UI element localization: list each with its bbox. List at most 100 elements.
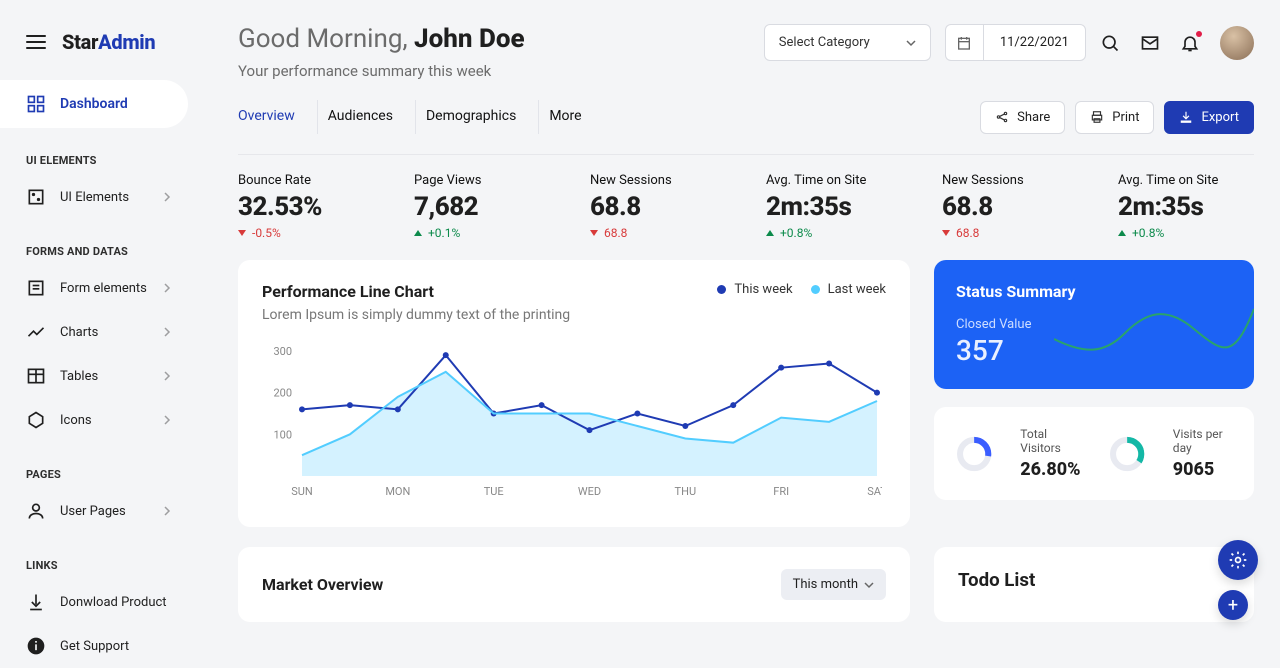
ui-elements-icon <box>26 187 46 207</box>
dashboard-icon <box>26 94 46 114</box>
greeting-subtitle: Your performance summary this week <box>238 62 525 80</box>
print-button[interactable]: Print <box>1075 101 1154 134</box>
chevron-right-icon <box>162 415 172 425</box>
stat-item: Avg. Time on Site 2m:35s +0.8% <box>1118 173 1254 240</box>
sidebar-item-charts[interactable]: Charts <box>0 310 194 354</box>
sidebar-item-icons[interactable]: Icons <box>0 398 194 442</box>
stat-label: New Sessions <box>590 173 730 188</box>
greeting: Good Morning, John Doe Your performance … <box>238 24 525 80</box>
stat-value: 2m:35s <box>766 192 906 222</box>
sidebar-item-form-elements[interactable]: Form elements <box>0 266 194 310</box>
sidebar-section-pages: PAGES <box>0 442 194 489</box>
avatar[interactable] <box>1220 26 1254 60</box>
stat-label: Page Views <box>414 173 554 188</box>
svg-text:WED: WED <box>578 485 601 498</box>
settings-fab[interactable] <box>1218 540 1258 580</box>
sidebar-item-label: Donwload Product <box>60 595 172 610</box>
stat-delta: 68.8 <box>590 226 730 240</box>
svg-text:FRI: FRI <box>773 485 789 498</box>
button-label: Print <box>1112 110 1139 125</box>
stat-label: New Sessions <box>942 173 1082 188</box>
sidebar-item-ui-elements[interactable]: UI Elements <box>0 175 194 219</box>
status-summary-card: Status Summary Closed Value 357 <box>934 260 1254 389</box>
stat-label: Bounce Rate <box>238 173 378 188</box>
svg-text:200: 200 <box>273 387 292 400</box>
brand-logo: StarAdmin <box>62 30 155 54</box>
svg-text:SAT: SAT <box>867 485 882 498</box>
donut-icon <box>956 432 992 476</box>
sidebar-item-label: UI Elements <box>60 190 148 205</box>
svg-text:THU: THU <box>675 485 697 498</box>
button-label: Export <box>1201 110 1239 125</box>
chevron-right-icon <box>162 371 172 381</box>
share-button[interactable]: Share <box>980 101 1065 134</box>
chevron-right-icon <box>162 283 172 293</box>
gear-icon <box>1228 550 1248 570</box>
date-picker[interactable]: 11/22/2021 <box>945 24 1086 61</box>
greeting-name: John Doe <box>414 24 525 54</box>
sidebar-item-label: Dashboard <box>60 96 128 112</box>
chart-title: Performance Line Chart <box>262 282 570 301</box>
stat-label: Avg. Time on Site <box>1118 173 1254 188</box>
period-label: This month <box>793 577 858 592</box>
tab-audiences[interactable]: Audiences <box>328 100 416 134</box>
calendar-icon <box>956 35 972 51</box>
tab-more[interactable]: More <box>549 100 603 134</box>
svg-text:MON: MON <box>385 485 410 498</box>
stat-item: Bounce Rate 32.53% -0.5% <box>238 173 378 240</box>
select-category-dropdown[interactable]: Select Category <box>764 24 931 61</box>
sidebar-item-dashboard[interactable]: Dashboard <box>0 80 188 128</box>
sidebar-item-label: Form elements <box>60 281 148 296</box>
svg-text:TUE: TUE <box>484 485 504 498</box>
legend-label: This week <box>734 282 792 297</box>
share-icon <box>995 110 1009 124</box>
svg-text:SUN: SUN <box>291 485 313 498</box>
sidebar-section-ui: UI ELEMENTS <box>0 128 194 175</box>
menu-toggle-icon[interactable] <box>26 35 46 49</box>
tables-icon <box>26 366 46 386</box>
chevron-right-icon <box>162 327 172 337</box>
stat-delta: -0.5% <box>238 226 378 240</box>
sidebar-section-forms: FORMS AND DATAS <box>0 219 194 266</box>
period-dropdown[interactable]: This month <box>781 569 886 600</box>
sidebar-item-label: Tables <box>60 369 148 384</box>
sidebar-item-label: Get Support <box>60 639 172 654</box>
chevron-right-icon <box>162 192 172 202</box>
tab-demographics[interactable]: Demographics <box>426 100 539 134</box>
sidebar: StarAdmin Dashboard UI ELEMENTS UI Eleme… <box>0 0 194 640</box>
sidebar-item-download-product[interactable]: Donwload Product <box>0 580 194 624</box>
search-icon[interactable] <box>1100 33 1120 53</box>
export-button[interactable]: Export <box>1164 101 1254 134</box>
sidebar-item-label: Icons <box>60 413 148 428</box>
stat-delta: +0.8% <box>766 226 906 240</box>
stat-item: Page Views 7,682 +0.1% <box>414 173 554 240</box>
stat-value: 2m:35s <box>1118 192 1254 222</box>
stat-value: 32.53% <box>238 192 378 222</box>
download-icon <box>26 592 46 612</box>
tab-overview[interactable]: Overview <box>238 100 318 134</box>
sidebar-item-user-pages[interactable]: User Pages <box>0 489 194 533</box>
market-title: Market Overview <box>262 575 383 594</box>
stat-item: New Sessions 68.8 68.8 <box>942 173 1082 240</box>
performance-chart-card: Performance Line Chart Lorem Ipsum is si… <box>238 260 910 527</box>
mini-label: Total Visitors <box>1020 427 1080 455</box>
sidebar-item-get-support[interactable]: Get Support <box>0 624 194 668</box>
stat-delta: +0.8% <box>1118 226 1254 240</box>
mini-value: 9065 <box>1173 459 1232 480</box>
sparkline <box>1054 299 1254 369</box>
greeting-prefix: Good Morning, <box>238 24 414 54</box>
sidebar-section-links: LINKS <box>0 533 194 580</box>
chevron-right-icon <box>162 506 172 516</box>
add-fab[interactable]: + <box>1218 590 1248 620</box>
svg-text:300: 300 <box>273 345 292 358</box>
stat-item: New Sessions 68.8 68.8 <box>590 173 730 240</box>
mini-value: 26.80% <box>1020 459 1080 480</box>
notifications-icon[interactable] <box>1180 33 1200 53</box>
sidebar-item-tables[interactable]: Tables <box>0 354 194 398</box>
donut-icon <box>1109 432 1145 476</box>
mail-icon[interactable] <box>1140 33 1160 53</box>
mini-label: Visits per day <box>1173 427 1232 455</box>
market-overview-card: Market Overview This month <box>238 547 910 622</box>
user-icon <box>26 501 46 521</box>
sidebar-item-label: User Pages <box>60 504 148 519</box>
